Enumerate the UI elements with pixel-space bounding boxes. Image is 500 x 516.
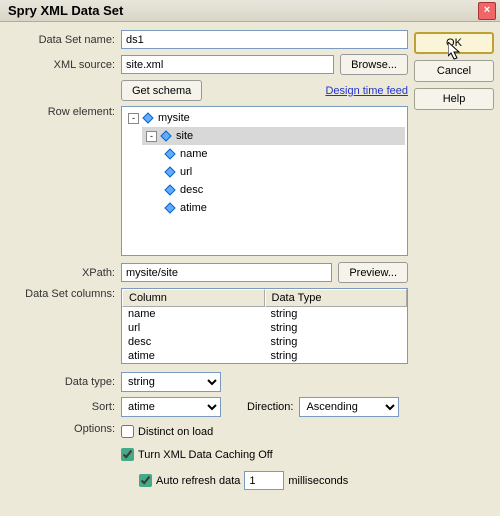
collapse-icon[interactable]: - [146,131,157,142]
input-refresh-interval[interactable] [244,471,284,490]
element-icon [160,130,172,142]
label-dataset-columns: Data Set columns: [6,288,121,300]
element-icon [142,112,154,124]
cancel-button[interactable]: Cancel [414,60,494,82]
design-time-feed-link[interactable]: Design time feed [325,85,408,97]
dialog-title: Spry XML Data Set [4,3,478,18]
label-dataset-name: Data Set name: [6,34,121,46]
tree-root-label: mysite [158,112,190,124]
tree-leaf-label: atime [180,202,207,214]
input-xml-source[interactable] [121,55,334,74]
label-sort: Sort: [6,401,121,413]
ok-button[interactable]: OK [414,32,494,54]
help-button[interactable]: Help [414,88,494,110]
input-xpath[interactable] [121,263,332,282]
select-sort[interactable]: atime [121,397,221,417]
label-options: Options: [6,423,121,435]
form-area: Data Set name: XML source: Browse... Get… [6,30,414,508]
col-header[interactable]: Data Type [265,289,408,307]
tree-leaf[interactable]: desc [160,181,405,199]
tree-root[interactable]: - mysite [124,109,405,127]
label-milliseconds: milliseconds [288,475,348,487]
tree-child[interactable]: - site [142,127,405,145]
label-cache-off: Turn XML Data Caching Off [138,449,273,461]
tree-leaf-label: desc [180,184,203,196]
element-icon [164,148,176,160]
preview-button[interactable]: Preview... [338,262,408,283]
col-header[interactable]: Column [122,289,265,307]
tree-leaf-label: url [180,166,192,178]
label-row-element: Row element: [6,106,121,118]
columns-table[interactable]: Column Data Type namestring urlstring de… [121,288,408,364]
tree-child-label: site [176,130,193,142]
get-schema-button[interactable]: Get schema [121,80,202,101]
browse-button[interactable]: Browse... [340,54,408,75]
label-direction: Direction: [247,401,293,413]
tree-leaf[interactable]: name [160,145,405,163]
side-buttons: OK Cancel Help [414,30,494,508]
close-button[interactable]: × [478,2,496,20]
element-icon [164,202,176,214]
checkbox-cache-off[interactable] [121,448,134,461]
label-xml-source: XML source: [6,59,121,71]
tree-leaf-label: name [180,148,208,160]
table-row[interactable]: urlstring [122,321,407,335]
element-icon [164,184,176,196]
table-row[interactable]: namestring [122,307,407,321]
collapse-icon[interactable]: - [128,113,139,124]
dialog-content: Data Set name: XML source: Browse... Get… [0,22,500,516]
tree-leaf[interactable]: url [160,163,405,181]
checkbox-auto-refresh[interactable] [139,474,152,487]
select-direction[interactable]: Ascending [299,397,399,417]
titlebar: Spry XML Data Set × [0,0,500,22]
tree-leaf[interactable]: atime [160,199,405,217]
table-row[interactable]: atimestring [122,349,407,363]
select-data-type[interactable]: string [121,372,221,392]
checkbox-distinct[interactable] [121,425,134,438]
element-icon [164,166,176,178]
input-dataset-name[interactable] [121,30,408,49]
label-xpath: XPath: [6,267,121,279]
label-distinct: Distinct on load [138,426,213,438]
label-auto-refresh: Auto refresh data [156,475,240,487]
label-data-type: Data type: [6,376,121,388]
tree-view[interactable]: - mysite - site name url [121,106,408,256]
table-row[interactable]: descstring [122,335,407,349]
